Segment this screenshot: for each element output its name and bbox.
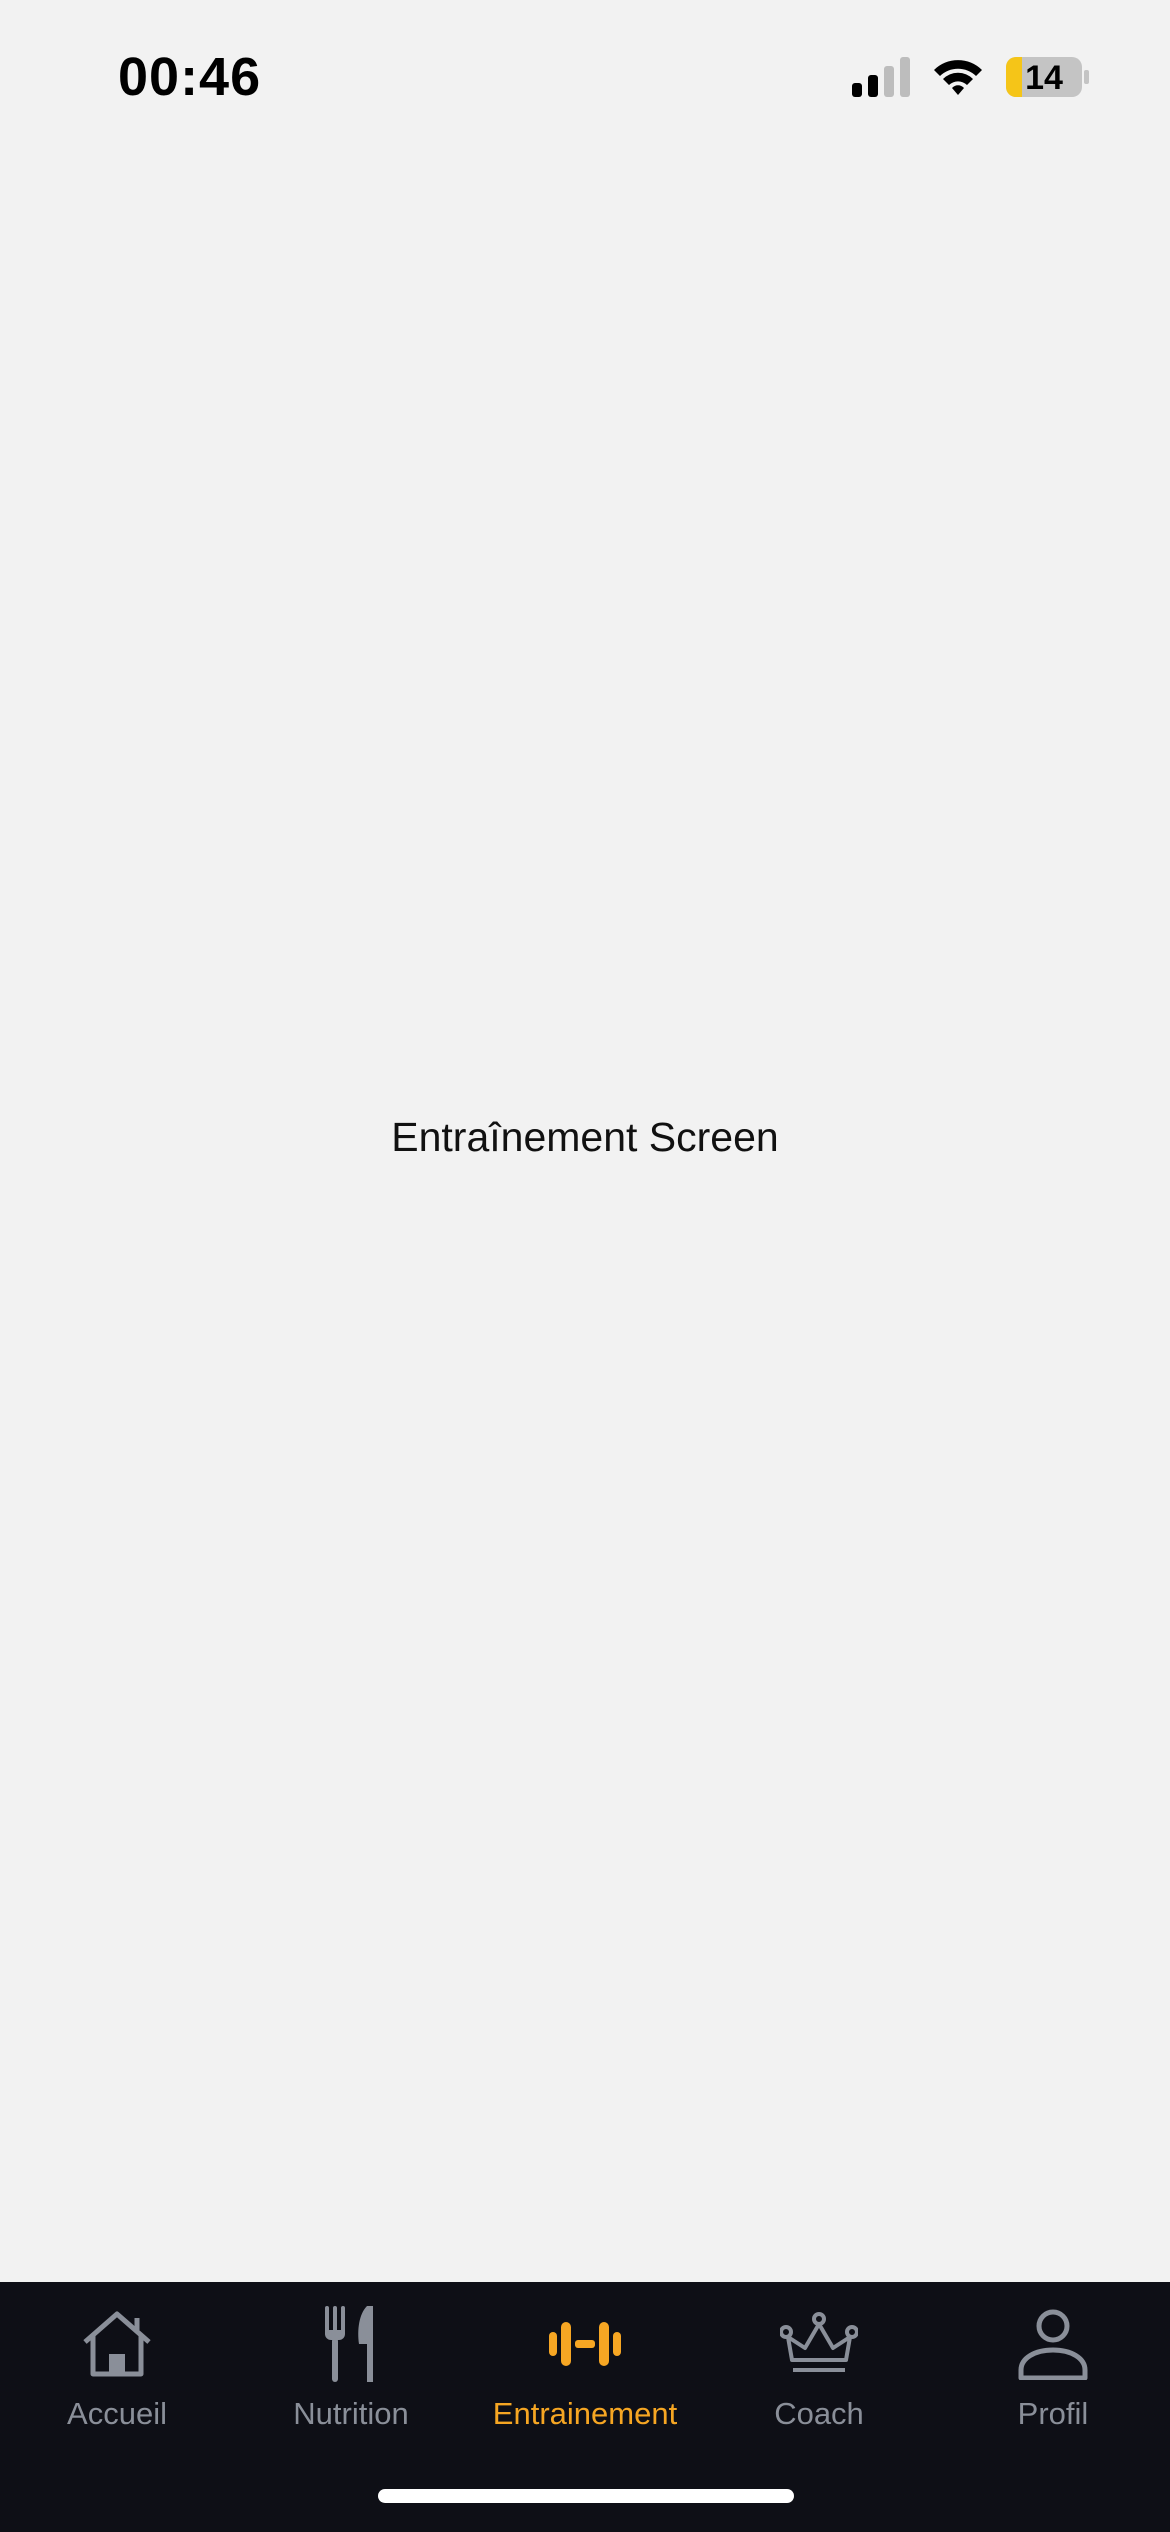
status-bar: 00:46 14 — [0, 0, 1170, 150]
crown-icon — [777, 2302, 861, 2386]
signal-icon — [852, 57, 910, 97]
tab-label: Coach — [774, 2396, 864, 2431]
tab-profil[interactable]: Profil — [936, 2282, 1170, 2452]
battery-level: 14 — [1025, 59, 1063, 97]
tab-accueil[interactable]: Accueil — [0, 2282, 234, 2452]
tab-list: Accueil Nutrition Entrainement Coach Pro… — [0, 2282, 1170, 2452]
dumbbell-icon — [543, 2302, 627, 2386]
tab-label: Accueil — [67, 2396, 167, 2431]
home-icon — [75, 2302, 159, 2386]
wifi-icon — [934, 60, 982, 95]
battery-icon: 14 — [1006, 57, 1089, 97]
tab-entrainement[interactable]: Entrainement — [468, 2282, 702, 2452]
tab-label: Nutrition — [293, 2396, 409, 2431]
tab-label: Profil — [1017, 2396, 1089, 2431]
tab-coach[interactable]: Coach — [702, 2282, 936, 2452]
screen-title: Entraînement Screen — [391, 1114, 779, 1160]
tab-nutrition[interactable]: Nutrition — [234, 2282, 468, 2452]
home-indicator[interactable] — [378, 2489, 794, 2503]
tab-label: Entrainement — [492, 2396, 678, 2431]
person-icon — [1011, 2302, 1095, 2386]
status-time: 00:46 — [118, 47, 262, 107]
main-content: Entraînement Screen — [0, 150, 1170, 2282]
app-screen: 00:46 14 Entraînement Screen Accueil Nut… — [0, 0, 1170, 2532]
fork-knife-icon — [309, 2302, 393, 2386]
status-icons: 14 — [852, 54, 1090, 100]
